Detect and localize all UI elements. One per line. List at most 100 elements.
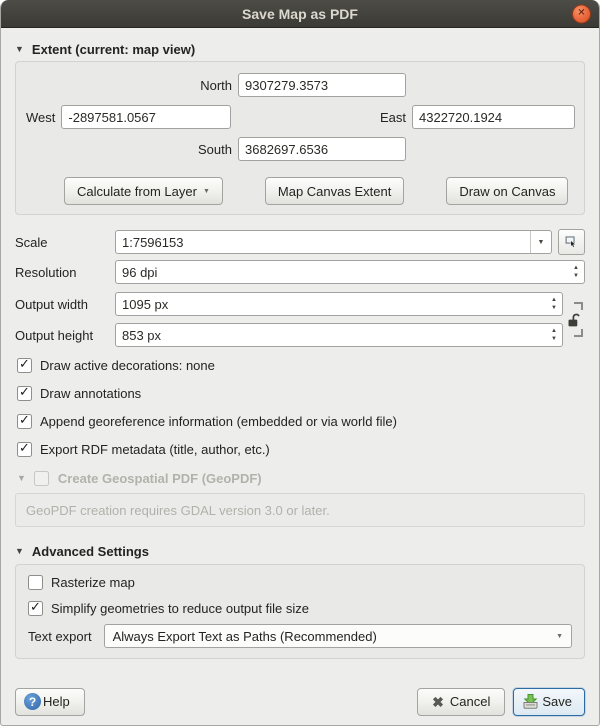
extent-buttons-row: Calculate from Layer ▼ Map Canvas Extent… xyxy=(64,177,568,205)
checkbox-label[interactable]: Append georeference information (embedde… xyxy=(40,414,397,429)
checkbox-label[interactable]: Rasterize map xyxy=(51,575,135,590)
checkbox-draw-annotations[interactable]: ✓ Draw annotations xyxy=(17,385,585,402)
output-size-rows: Output width ▲ ▼ Output height xyxy=(15,292,585,347)
output-width-label: Output width xyxy=(15,297,115,312)
save-icon xyxy=(522,693,539,710)
west-label: West xyxy=(26,110,55,125)
calculate-from-layer-label: Calculate from Layer xyxy=(77,184,197,199)
aspect-ratio-lock[interactable] xyxy=(563,292,585,347)
draw-on-canvas-button[interactable]: Draw on Canvas xyxy=(446,177,568,205)
scale-dropdown-icon[interactable]: ▼ xyxy=(530,231,551,253)
dialog-content: ▼ Extent (current: map view) North West … xyxy=(1,28,599,725)
save-button[interactable]: Save xyxy=(513,688,585,716)
east-input[interactable] xyxy=(412,105,575,129)
scale-input[interactable] xyxy=(115,230,552,254)
dropdown-arrow-icon: ▼ xyxy=(556,633,563,640)
titlebar[interactable]: Save Map as PDF ✕ xyxy=(1,0,599,28)
spin-up-icon[interactable]: ▲ xyxy=(551,328,557,334)
extent-groupbox: North West East South Calculate from Lay… xyxy=(15,61,585,215)
checkbox-checked-icon[interactable]: ✓ xyxy=(28,601,43,616)
spin-down-icon[interactable]: ▼ xyxy=(551,305,557,311)
checkbox-checked-icon[interactable]: ✓ xyxy=(17,414,32,429)
help-label: Help xyxy=(43,694,70,709)
resolution-row: Resolution ▲ ▼ xyxy=(15,260,585,284)
text-export-value: Always Export Text as Paths (Recommended… xyxy=(113,629,377,644)
map-canvas-extent-label: Map Canvas Extent xyxy=(278,184,391,199)
dropdown-arrow-icon: ▼ xyxy=(203,188,210,195)
help-button[interactable]: ? Help xyxy=(15,688,85,716)
spin-up-icon[interactable]: ▲ xyxy=(573,265,579,271)
advanced-settings-label[interactable]: Advanced Settings xyxy=(32,544,149,559)
spin-up-icon[interactable]: ▲ xyxy=(551,297,557,303)
north-input[interactable] xyxy=(238,73,406,97)
advanced-settings-groupbox: Rasterize map ✓ Simplify geometries to r… xyxy=(15,564,585,659)
link-bracket-bottom xyxy=(574,329,583,337)
text-export-row: Text export Always Export Text as Paths … xyxy=(28,624,572,648)
checkbox-label[interactable]: Draw annotations xyxy=(40,386,141,401)
checkbox-checked-icon[interactable]: ✓ xyxy=(17,358,32,373)
extent-section-header[interactable]: ▼ Extent (current: map view) xyxy=(15,41,585,57)
geopdf-label: Create Geospatial PDF (GeoPDF) xyxy=(58,471,262,486)
spin-down-icon[interactable]: ▼ xyxy=(573,273,579,279)
south-label: South xyxy=(198,142,232,157)
extent-east-row: East xyxy=(380,105,575,129)
cancel-label: Cancel xyxy=(450,694,490,709)
checkbox-rasterize-map[interactable]: Rasterize map xyxy=(28,575,572,591)
geopdf-section-header: ▼ Create Geospatial PDF (GeoPDF) xyxy=(17,470,585,487)
checkbox-append-georeference[interactable]: ✓ Append georeference information (embed… xyxy=(17,413,585,430)
draw-on-canvas-label: Draw on Canvas xyxy=(459,184,555,199)
geopdf-checkbox-unchecked xyxy=(34,471,49,486)
save-map-as-pdf-dialog: Save Map as PDF ✕ ▼ Extent (current: map… xyxy=(0,0,600,726)
output-height-input[interactable] xyxy=(115,323,563,347)
map-scale-pick-icon xyxy=(565,233,578,251)
calculate-from-layer-button[interactable]: Calculate from Layer ▼ xyxy=(64,177,223,205)
checkbox-label[interactable]: Simplify geometries to reduce output fil… xyxy=(51,601,309,616)
output-width-spinbox[interactable]: ▲ ▼ xyxy=(115,292,563,316)
text-export-combobox[interactable]: Always Export Text as Paths (Recommended… xyxy=(104,624,572,648)
extent-north-row: North xyxy=(138,73,406,97)
map-canvas-extent-button[interactable]: Map Canvas Extent xyxy=(265,177,404,205)
save-label: Save xyxy=(542,694,572,709)
collapse-triangle-icon: ▼ xyxy=(17,474,26,483)
link-bracket-top xyxy=(574,302,583,310)
extent-header-label[interactable]: Extent (current: map view) xyxy=(32,42,195,57)
geopdf-note-text: GeoPDF creation requires GDAL version 3.… xyxy=(26,503,330,518)
output-width-input[interactable] xyxy=(115,292,563,316)
extent-south-row: South xyxy=(138,137,406,161)
checkbox-unchecked-icon[interactable] xyxy=(28,575,43,590)
resolution-label: Resolution xyxy=(15,265,115,280)
north-label: North xyxy=(200,78,232,93)
checkbox-export-rdf[interactable]: ✓ Export RDF metadata (title, author, et… xyxy=(17,441,585,458)
output-height-spinbox[interactable]: ▲ ▼ xyxy=(115,323,563,347)
west-input[interactable] xyxy=(61,105,231,129)
geopdf-note-box: GeoPDF creation requires GDAL version 3.… xyxy=(15,493,585,527)
text-export-label: Text export xyxy=(28,629,92,644)
scale-combobox[interactable]: ▼ xyxy=(115,230,552,254)
scale-label: Scale xyxy=(15,235,115,250)
window-title: Save Map as PDF xyxy=(242,6,358,22)
resolution-spinbox[interactable]: ▲ ▼ xyxy=(115,260,585,284)
scale-row: Scale ▼ xyxy=(15,229,585,253)
checkbox-label[interactable]: Draw active decorations: none xyxy=(40,358,215,373)
advanced-settings-header[interactable]: ▼ Advanced Settings xyxy=(15,543,585,559)
output-height-label: Output height xyxy=(15,328,115,343)
checkbox-draw-decorations[interactable]: ✓ Draw active decorations: none xyxy=(17,357,585,374)
east-label: East xyxy=(380,110,406,125)
set-scale-from-canvas-button[interactable] xyxy=(558,229,585,255)
checkbox-simplify-geometries[interactable]: ✓ Simplify geometries to reduce output f… xyxy=(28,601,572,617)
close-icon[interactable]: ✕ xyxy=(572,4,591,23)
collapse-triangle-icon[interactable]: ▼ xyxy=(15,547,24,556)
spin-down-icon[interactable]: ▼ xyxy=(551,336,557,342)
help-icon: ? xyxy=(24,693,41,710)
checkbox-checked-icon[interactable]: ✓ xyxy=(17,442,32,457)
south-input[interactable] xyxy=(238,137,406,161)
checkbox-label[interactable]: Export RDF metadata (title, author, etc.… xyxy=(40,442,270,457)
unlocked-padlock-icon[interactable] xyxy=(566,312,581,328)
dialog-footer: ? Help ✖ Cancel Save xyxy=(15,687,585,716)
cancel-button[interactable]: ✖ Cancel xyxy=(417,688,505,716)
cancel-x-icon: ✖ xyxy=(432,695,444,709)
resolution-input[interactable] xyxy=(115,260,585,284)
checkbox-checked-icon[interactable]: ✓ xyxy=(17,386,32,401)
collapse-triangle-icon[interactable]: ▼ xyxy=(15,45,24,54)
extent-west-row: West xyxy=(26,105,231,129)
